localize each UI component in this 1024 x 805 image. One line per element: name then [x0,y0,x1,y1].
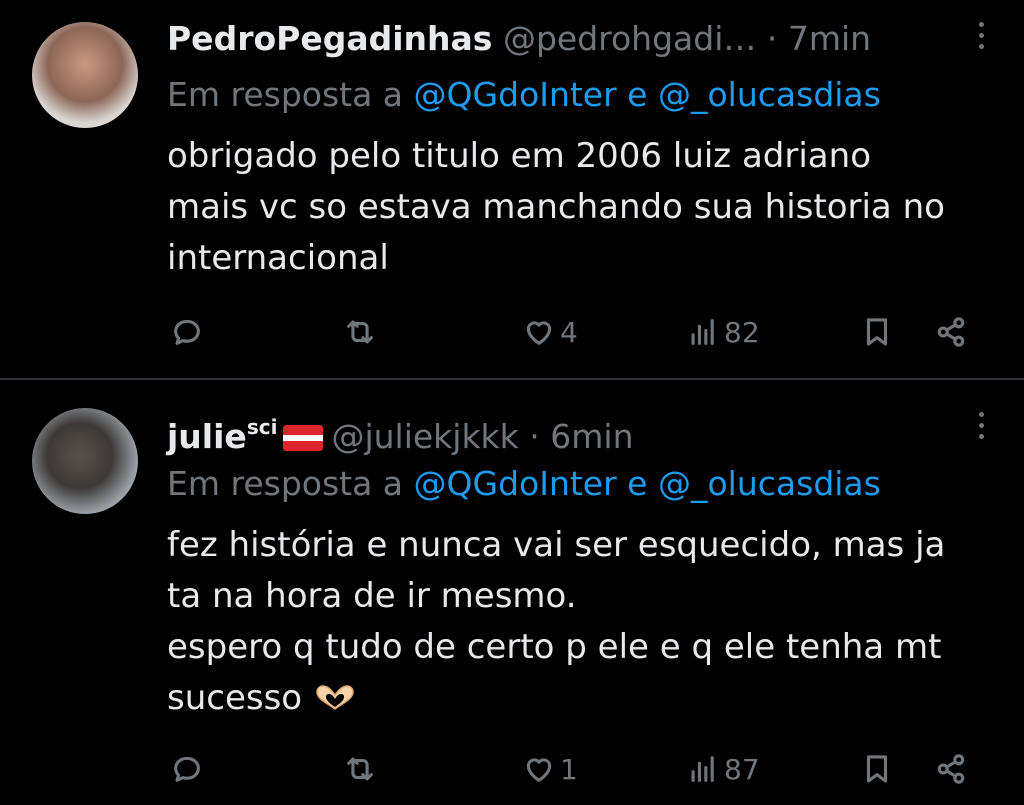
like-count: 4 [560,315,578,349]
retweet-button[interactable] [343,308,377,356]
user-handle[interactable]: @juliekjkkk [331,417,518,456]
view-count: 87 [724,752,760,786]
reply-icon [174,319,200,345]
view-count: 82 [724,315,760,349]
reply-button[interactable] [170,745,204,793]
avatar[interactable] [32,22,138,128]
mention-link[interactable]: @QGdoInter [414,464,617,503]
mention-link[interactable]: @_olucasdias [658,75,881,114]
reply-context: Em resposta a @QGdoInter e @_olucasdias [167,73,881,117]
retweet-icon [347,757,373,781]
views-icon [691,756,714,782]
reply-icon [174,756,200,782]
bookmark-icon [866,755,888,783]
user-handle[interactable]: @pedrohgadi… [503,19,756,58]
action-bar: 1 87 [0,745,1024,793]
tweet-line: obrigado pelo titulo em 2006 luiz adrian… [167,136,871,176]
share-button[interactable] [934,745,968,793]
heart-icon [526,321,552,345]
tweet-line: ta na hora de ir mesmo. [167,576,577,616]
tweet-header: juliesci @juliekjkkk · 6min [167,405,984,456]
avatar[interactable] [32,408,138,514]
reply-prefix: Em resposta a [167,75,404,114]
timestamp[interactable]: · 7min [767,19,871,58]
display-name[interactable]: julie [167,417,247,456]
like-button[interactable]: 1 [522,745,578,793]
tweet-line: internacional [167,238,389,278]
display-name-superscript: sci [246,415,278,439]
bookmark-icon [866,318,888,346]
display-name[interactable]: PedroPegadinhas [167,19,492,58]
share-icon [937,317,965,347]
views-button[interactable]: 82 [686,308,760,356]
tweet[interactable]: juliesci @juliekjkkk · 6min Em resposta a… [0,380,1024,805]
reply-context: Em resposta a @QGdoInter e @_olucasdias [167,462,881,506]
tweet-text: obrigado pelo titulo em 2006 luiz adrian… [167,131,994,284]
action-bar: 4 82 [0,308,1024,356]
bookmark-button[interactable] [860,745,894,793]
reply-and: e [627,75,648,114]
tweet-header: PedroPegadinhas @pedrohgadi… · 7min [167,17,984,61]
like-count: 1 [560,752,578,786]
reply-button[interactable] [170,308,204,356]
views-button[interactable]: 87 [686,745,760,793]
heart-hands-emoji [316,685,354,710]
like-button[interactable]: 4 [522,308,578,356]
bookmark-button[interactable] [860,308,894,356]
reply-prefix: Em resposta a [167,464,404,503]
retweet-icon [347,320,373,344]
flag-emoji [283,425,324,451]
tweet-line-last: sucesso [167,673,994,724]
more-vertical-icon[interactable] [976,412,986,446]
tweet-line: fez história e nunca vai ser esquecido, … [167,525,946,565]
tweet-text: fez história e nunca vai ser esquecido, … [167,520,994,724]
retweet-button[interactable] [343,745,377,793]
heart-icon [526,758,552,782]
timestamp[interactable]: · 6min [529,417,633,456]
reply-and: e [627,464,648,503]
share-icon [937,754,965,784]
tweet-line: mais vc so estava manchando sua historia… [167,187,945,227]
tweet-line: sucesso [167,678,303,718]
mention-link[interactable]: @QGdoInter [414,75,617,114]
more-vertical-icon[interactable] [976,22,986,56]
tweet[interactable]: PedroPegadinhas @pedrohgadi… · 7min Em r… [0,0,1024,378]
share-button[interactable] [934,308,968,356]
views-icon [691,319,714,345]
mention-link[interactable]: @_olucasdias [658,464,881,503]
tweet-line: espero q tudo de certo p ele e q ele ten… [167,627,942,667]
